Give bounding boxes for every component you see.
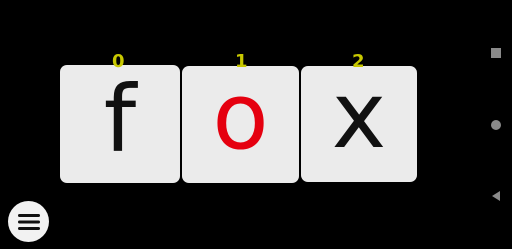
letter-card-o[interactable]: o xyxy=(182,66,299,183)
card-marker-2: 2 xyxy=(352,51,365,72)
back-button[interactable] xyxy=(488,188,504,204)
letter-card-x[interactable]: x xyxy=(301,66,417,182)
square-recents-icon xyxy=(491,48,501,58)
card-marker-0: 0 xyxy=(112,51,125,72)
system-navigation-bar xyxy=(480,0,512,249)
letter-cards-area: f 0 o 1 x 2 xyxy=(0,0,480,249)
letter-f: f xyxy=(103,66,137,173)
menu-button[interactable] xyxy=(8,201,49,242)
hamburger-menu-icon xyxy=(17,213,40,230)
recents-button[interactable] xyxy=(488,45,504,61)
letter-o: o xyxy=(212,62,269,170)
circle-home-icon xyxy=(491,120,501,130)
card-marker-1: 1 xyxy=(235,51,248,72)
letter-x: x xyxy=(331,62,387,169)
home-button[interactable] xyxy=(488,117,504,133)
triangle-back-icon xyxy=(492,191,500,201)
letter-card-f[interactable]: f xyxy=(60,65,180,183)
app-screen: f 0 o 1 x 2 xyxy=(0,0,512,249)
